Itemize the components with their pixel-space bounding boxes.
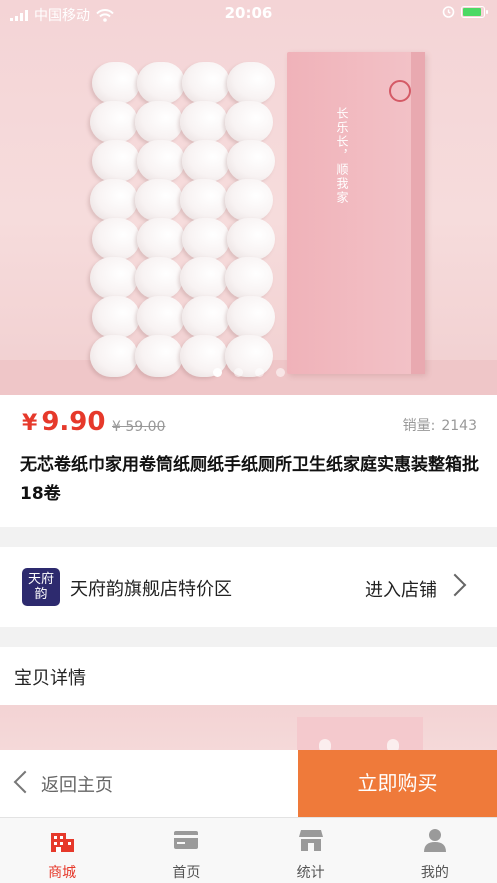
roll-image: [227, 296, 275, 338]
carousel-indicator: [0, 368, 497, 377]
roll-image: [137, 62, 185, 104]
detail-title: 宝贝详情: [14, 668, 86, 689]
product-info: ¥9.90 ¥ 59.00 销量: 2143 无芯卷纸巾家用卷筒纸厕纸手纸厕所卫生…: [0, 395, 497, 527]
buy-now-button[interactable]: 立即购买: [298, 750, 497, 817]
roll-image: [227, 62, 275, 104]
action-bar: 返回主页 立即购买: [0, 750, 497, 817]
status-time: 20:06: [224, 4, 273, 22]
chevron-right-icon: [443, 573, 467, 597]
shop-logo-text: 天府韵: [27, 572, 54, 602]
shop-logo: 天府韵: [22, 568, 60, 606]
user-icon: [423, 829, 446, 852]
product-box-image: 长乐长，顺我家: [287, 52, 425, 374]
roll-image: [182, 296, 230, 338]
roll-image: [227, 218, 275, 260]
roll-image: [92, 62, 140, 104]
back-home-label: 返回主页: [41, 775, 113, 796]
tab-label: 首页: [172, 865, 201, 881]
alarm-icon: [442, 6, 455, 18]
currency-symbol: ¥: [22, 411, 38, 436]
roll-image: [135, 257, 183, 299]
roll-image: [225, 179, 273, 221]
shop-name: 天府韵旗舰店特价区: [70, 579, 232, 600]
card-icon: [174, 831, 199, 849]
roll-image: [92, 296, 140, 338]
toilet-paper-rolls-image: [90, 62, 312, 392]
tab-home[interactable]: 首页: [124, 818, 248, 883]
tab-bar: 商城 首页 统计 我的: [0, 817, 497, 883]
price: ¥9.90: [22, 407, 105, 437]
roll-image: [227, 140, 275, 182]
tab-label: 我的: [420, 865, 449, 881]
roll-image: [225, 257, 273, 299]
roll-image: [180, 101, 228, 143]
status-bar: 中国移动 20:06: [0, 0, 497, 28]
chevron-left-icon: [13, 770, 37, 794]
roll-image: [182, 218, 230, 260]
box-text: 长乐长，顺我家: [335, 107, 349, 205]
sales-label: 销量:: [402, 418, 436, 434]
roll-image: [225, 101, 273, 143]
roll-image: [137, 218, 185, 260]
carousel-dot[interactable]: [233, 368, 243, 377]
roll-image: [90, 179, 138, 221]
roll-image: [180, 257, 228, 299]
roll-image: [180, 179, 228, 221]
carousel-dot[interactable]: [254, 368, 264, 377]
status-right: [442, 5, 488, 18]
tab-label: 统计: [296, 865, 325, 881]
box-seal-icon: [389, 80, 411, 102]
price-value: 9.90: [41, 407, 106, 437]
back-home-button[interactable]: 返回主页: [0, 750, 298, 817]
roll-image: [182, 62, 230, 104]
roll-image: [90, 101, 138, 143]
carousel-dot[interactable]: [212, 368, 222, 377]
box-side: [411, 52, 425, 374]
tab-profile[interactable]: 我的: [373, 818, 497, 883]
tab-label: 商城: [48, 865, 77, 881]
roll-image: [182, 140, 230, 182]
store-icon: [51, 833, 75, 852]
roll-image: [92, 140, 140, 182]
sales-count: 销量: 2143: [403, 415, 477, 435]
original-price: ¥ 59.00: [112, 419, 166, 435]
enter-shop-link[interactable]: 进入店铺: [365, 576, 437, 602]
roll-image: [92, 218, 140, 260]
battery-icon: [461, 5, 488, 18]
detail-image: [0, 705, 497, 757]
roll-image: [135, 101, 183, 143]
detail-section-header: 宝贝详情: [0, 647, 497, 705]
roll-image: [90, 257, 138, 299]
roll-image: [137, 140, 185, 182]
sales-value: 2143: [441, 418, 477, 434]
stats-icon: [298, 830, 323, 851]
product-title: 无芯卷纸巾家用卷筒纸厕纸手纸厕所卫生纸家庭实惠装整箱批18卷: [20, 455, 479, 504]
carousel-dot[interactable]: [275, 368, 285, 377]
shop-row[interactable]: 天府韵 天府韵旗舰店特价区 进入店铺: [0, 547, 497, 627]
tab-store[interactable]: 商城: [0, 818, 124, 883]
product-image-carousel[interactable]: 长乐长，顺我家: [0, 0, 497, 395]
roll-image: [135, 179, 183, 221]
tab-stats[interactable]: 统计: [249, 818, 373, 883]
roll-image: [137, 296, 185, 338]
